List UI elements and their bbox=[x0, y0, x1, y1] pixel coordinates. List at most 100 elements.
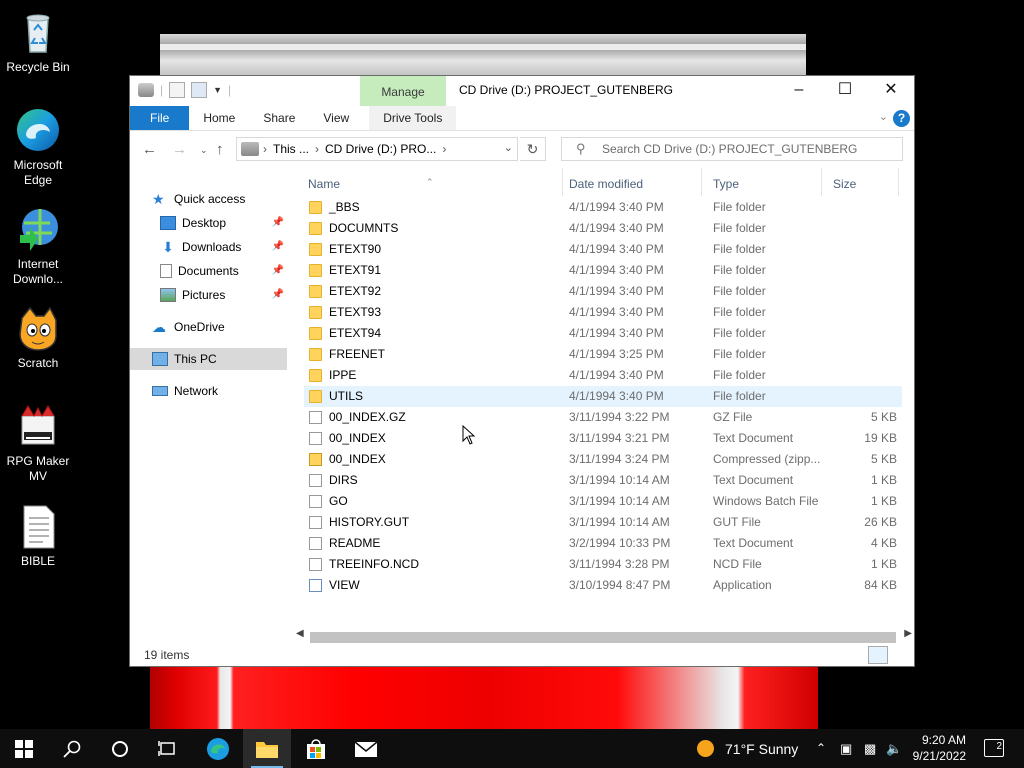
file-row[interactable]: IPPE 4/1/1994 3:40 PM File folder bbox=[304, 365, 902, 386]
tab-home[interactable]: Home bbox=[189, 106, 249, 130]
navigation-pane: ★ Quick access Desktop 📌 ⬇ Downloads 📌 D… bbox=[130, 168, 290, 638]
column-header-size[interactable]: Size bbox=[821, 168, 899, 196]
file-row[interactable]: ETEXT90 4/1/1994 3:40 PM File folder bbox=[304, 239, 902, 260]
taskbar-mail[interactable] bbox=[342, 729, 390, 768]
sun-weather-icon bbox=[697, 740, 714, 757]
taskbar-edge[interactable] bbox=[194, 729, 242, 768]
tab-view[interactable]: View bbox=[309, 106, 363, 130]
desktop-icon-rpg-maker[interactable]: RPG Maker MV bbox=[0, 402, 76, 484]
nav-desktop[interactable]: Desktop 📌 bbox=[160, 212, 287, 234]
file-row[interactable]: ETEXT91 4/1/1994 3:40 PM File folder bbox=[304, 260, 902, 281]
cortana-button[interactable] bbox=[96, 729, 144, 768]
notification-center-icon[interactable]: 2 bbox=[984, 739, 1004, 757]
column-header-name[interactable]: ⌃ Name bbox=[296, 168, 563, 196]
properties-icon[interactable] bbox=[169, 82, 186, 98]
up-arrow-icon[interactable]: ↑ bbox=[216, 141, 224, 158]
edge-icon bbox=[14, 106, 62, 154]
expand-ribbon-icon[interactable]: ⌄ bbox=[879, 110, 888, 123]
file-row[interactable]: ETEXT92 4/1/1994 3:40 PM File folder bbox=[304, 281, 902, 302]
file-row[interactable]: UTILS 4/1/1994 3:40 PM File folder bbox=[304, 386, 902, 407]
scroll-right-icon[interactable]: ▶ bbox=[904, 628, 912, 639]
separator: | bbox=[160, 83, 164, 97]
file-row[interactable]: ETEXT94 4/1/1994 3:40 PM File folder bbox=[304, 323, 902, 344]
pin-icon[interactable]: 📌 bbox=[272, 212, 284, 234]
breadcrumb-cd-drive[interactable]: CD Drive (D:) PRO... bbox=[319, 142, 442, 156]
qat-dropdown-icon[interactable]: ▼ bbox=[213, 85, 222, 95]
chevron-right-icon[interactable]: › bbox=[259, 142, 267, 156]
nav-pictures[interactable]: Pictures 📌 bbox=[160, 284, 287, 306]
title-bar[interactable]: | ▼ | Manage CD Drive (D:) PROJECT_GUTEN… bbox=[130, 76, 914, 106]
address-bar[interactable]: › This ... › CD Drive (D:) PRO... › ⌄ bbox=[236, 137, 518, 161]
taskbar-store[interactable] bbox=[292, 729, 340, 768]
file-row[interactable]: ETEXT93 4/1/1994 3:40 PM File folder bbox=[304, 302, 902, 323]
tab-share[interactable]: Share bbox=[249, 106, 309, 130]
column-header-type[interactable]: Type bbox=[701, 168, 822, 196]
desktop-icon-idm[interactable]: Internet Downlo... bbox=[0, 205, 76, 287]
nav-documents[interactable]: Documents 📌 bbox=[160, 260, 287, 282]
tab-drive-tools[interactable]: Drive Tools bbox=[369, 106, 457, 130]
nav-this-pc[interactable]: This PC bbox=[130, 348, 287, 370]
back-arrow-icon[interactable]: ← bbox=[142, 141, 157, 158]
address-dropdown-icon[interactable]: ⌄ bbox=[504, 141, 513, 154]
file-row[interactable]: VIEW 3/10/1994 8:47 PM Application 84 KB bbox=[304, 575, 902, 596]
recent-locations-icon[interactable]: ⌄ bbox=[200, 145, 208, 156]
scroll-thumb[interactable] bbox=[310, 632, 896, 643]
desktop-icon-edge[interactable]: Microsoft Edge bbox=[0, 106, 76, 188]
nav-onedrive[interactable]: ☁ OneDrive bbox=[152, 316, 309, 338]
desktop-icon-bible[interactable]: BIBLE bbox=[0, 502, 76, 569]
details-view-icon[interactable] bbox=[868, 646, 888, 664]
file-date: 3/11/1994 3:21 PM bbox=[569, 431, 670, 445]
taskbar-file-explorer[interactable] bbox=[243, 729, 291, 768]
file-row[interactable]: DIRS 3/1/1994 10:14 AM Text Document 1 KB bbox=[304, 470, 902, 491]
start-button[interactable] bbox=[0, 729, 48, 768]
file-row[interactable]: HISTORY.GUT 3/1/1994 10:14 AM GUT File 26 K… bbox=[304, 512, 902, 533]
search-button[interactable] bbox=[48, 729, 96, 768]
pin-icon[interactable]: 📌 bbox=[272, 284, 284, 306]
file-row[interactable]: 00_INDEX.GZ 3/11/1994 3:22 PM GZ File 5 KB bbox=[304, 407, 902, 428]
clock[interactable]: 9:20 AM 9/21/2022 bbox=[913, 732, 966, 764]
file-row[interactable]: README 3/2/1994 10:33 PM Text Document 4 KB bbox=[304, 533, 902, 554]
file-name: DIRS bbox=[329, 473, 358, 487]
nav-label: Pictures bbox=[182, 288, 226, 302]
desktop-icon-scratch[interactable]: Scratch bbox=[0, 304, 76, 371]
chevron-right-icon[interactable]: › bbox=[442, 142, 446, 156]
file-row[interactable]: DOCUMNTS 4/1/1994 3:40 PM File folder bbox=[304, 218, 902, 239]
tab-file[interactable]: File bbox=[130, 106, 190, 130]
sort-ascending-icon: ⌃ bbox=[426, 177, 434, 187]
help-button[interactable]: ? bbox=[893, 110, 910, 127]
show-hidden-icons-icon[interactable]: ⌃ bbox=[816, 741, 826, 755]
weather-widget[interactable]: 71°F Sunny bbox=[725, 741, 798, 757]
volume-muted-icon[interactable]: 🔈 bbox=[886, 741, 902, 757]
forward-arrow-icon[interactable]: → bbox=[172, 141, 187, 158]
desktop-icon-label: Recycle Bin bbox=[6, 60, 70, 74]
network-status-icon[interactable]: ▩ bbox=[864, 741, 876, 757]
nav-quick-access[interactable]: ★ Quick access bbox=[152, 188, 309, 210]
tab-manage[interactable]: Manage bbox=[360, 76, 446, 106]
task-view-button[interactable] bbox=[144, 729, 192, 768]
nav-network[interactable]: Network bbox=[152, 380, 309, 402]
file-row[interactable]: TREEINFO.NCD 3/11/1994 3:28 PM NCD File 1 K… bbox=[304, 554, 902, 575]
file-row[interactable]: FREENET 4/1/1994 3:25 PM File folder bbox=[304, 344, 902, 365]
nav-downloads[interactable]: ⬇ Downloads 📌 bbox=[160, 236, 287, 258]
large-icons-view-icon[interactable] bbox=[890, 646, 910, 664]
horizontal-scrollbar[interactable]: ◀ ▶ bbox=[296, 628, 912, 644]
breadcrumb-this-pc[interactable]: This ... bbox=[267, 142, 315, 156]
scroll-left-icon[interactable]: ◀ bbox=[296, 628, 304, 639]
file-row[interactable]: _BBS 4/1/1994 3:40 PM File folder bbox=[304, 197, 902, 218]
meet-now-icon[interactable]: ▣ bbox=[840, 741, 852, 757]
column-header-date[interactable]: Date modified bbox=[557, 168, 702, 196]
pin-icon[interactable]: 📌 bbox=[272, 236, 284, 258]
new-folder-icon[interactable] bbox=[191, 82, 208, 98]
file-row[interactable]: 00_INDEX 3/11/1994 3:24 PM Compressed (zip… bbox=[304, 449, 902, 470]
pin-icon[interactable]: 📌 bbox=[272, 260, 284, 282]
file-size: 5 KB bbox=[870, 452, 897, 466]
refresh-button[interactable]: ↻ bbox=[520, 137, 546, 161]
file-row[interactable]: GO 3/1/1994 10:14 AM Windows Batch File 1 K… bbox=[304, 491, 902, 512]
file-size: 1 KB bbox=[870, 557, 897, 571]
maximize-button[interactable]: ☐ bbox=[822, 76, 868, 106]
close-button[interactable]: ✕ bbox=[868, 76, 914, 106]
desktop-icon-recycle-bin[interactable]: Recycle Bin bbox=[0, 8, 76, 75]
file-row[interactable]: 00_INDEX 3/11/1994 3:21 PM Text Document 19… bbox=[304, 428, 902, 449]
search-input[interactable]: ⚲ Search CD Drive (D:) PROJECT_GUTENBERG bbox=[561, 137, 903, 161]
minimize-button[interactable]: – bbox=[776, 76, 822, 106]
